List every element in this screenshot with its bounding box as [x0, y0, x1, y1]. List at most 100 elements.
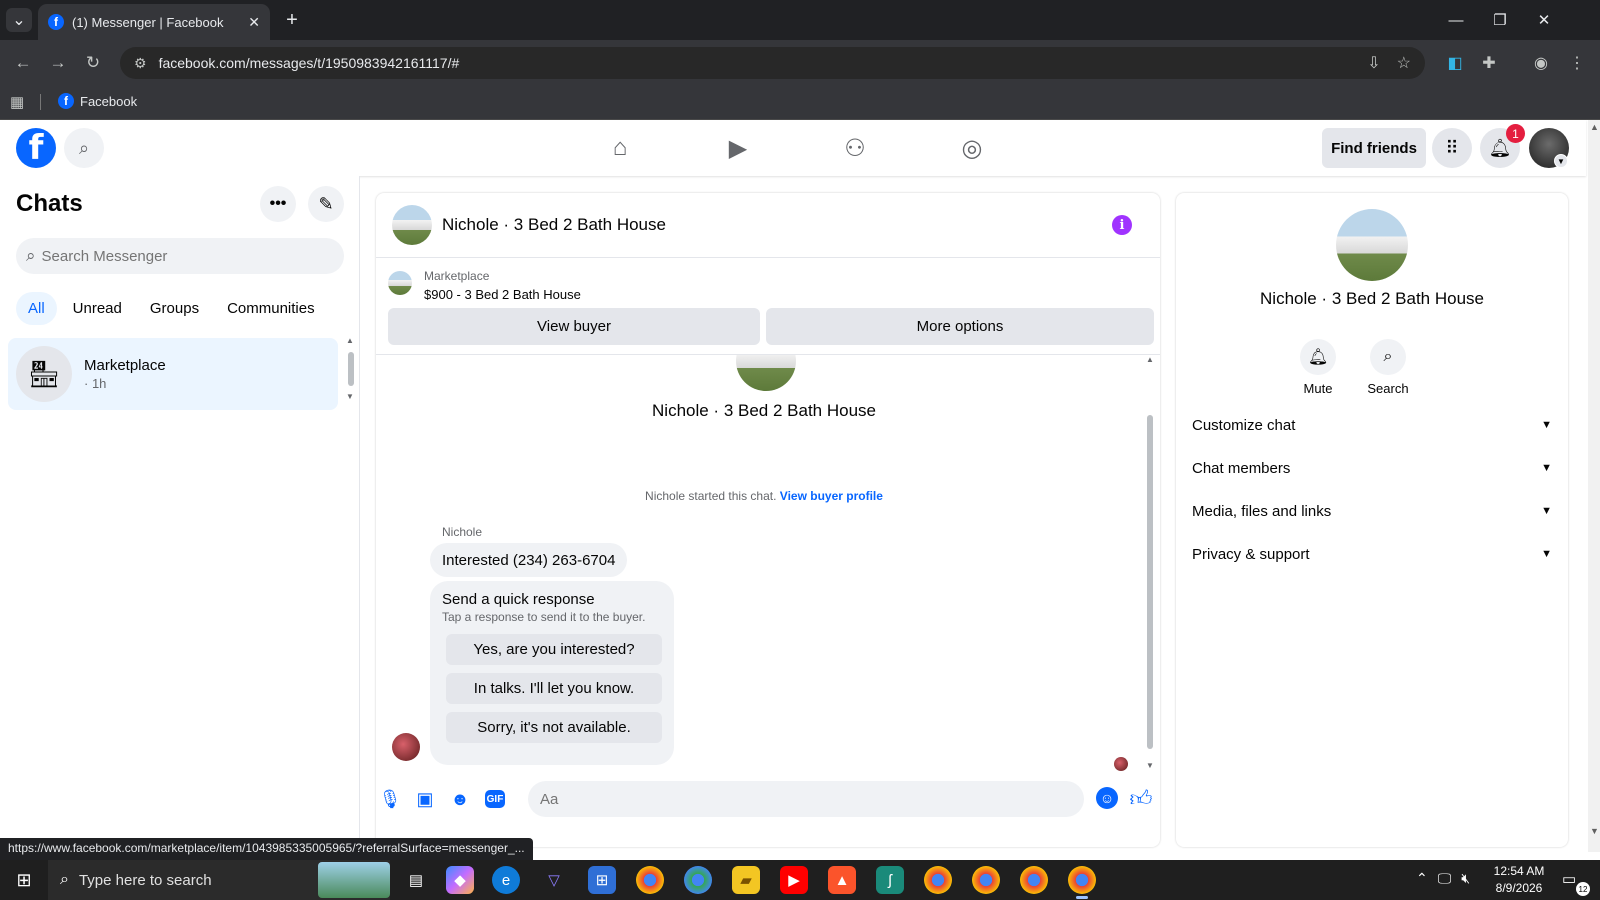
- edge-browser-icon[interactable]: e: [492, 866, 520, 894]
- message-bubble[interactable]: Interested (234) 263-6704: [430, 543, 628, 577]
- photo-icon[interactable]: ▣: [413, 787, 437, 811]
- search-messenger-input[interactable]: [41, 247, 312, 265]
- volume-muted-icon[interactable]: 🔇︎: [1461, 870, 1470, 887]
- filter-groups[interactable]: Groups: [138, 292, 211, 325]
- sidebar-scrollbar[interactable]: ▲ ▼: [344, 336, 356, 406]
- message-input[interactable]: [528, 781, 1084, 817]
- listing-avatar[interactable]: [392, 205, 432, 245]
- menu-grid-icon[interactable]: ⠿: [1432, 128, 1472, 168]
- messenger-search[interactable]: ⌕: [16, 238, 344, 274]
- install-app-icon[interactable]: ⇩: [1367, 53, 1380, 73]
- extension-on-icon[interactable]: ◧: [1444, 52, 1466, 74]
- search-action[interactable]: ⌕ Search: [1358, 339, 1418, 396]
- section-privacy-support[interactable]: Privacy & support ▼: [1192, 534, 1552, 574]
- scroll-down-icon[interactable]: ▼: [344, 392, 356, 401]
- filter-all[interactable]: All: [16, 292, 57, 325]
- tray-chevron-icon[interactable]: ⌃: [1416, 870, 1428, 887]
- network-icon[interactable]: 🖵︎: [1438, 870, 1452, 887]
- chrome-icon[interactable]: [1020, 866, 1048, 894]
- view-buyer-profile-link[interactable]: View buyer profile: [780, 489, 883, 503]
- sender-avatar[interactable]: [392, 733, 420, 761]
- s-app-icon[interactable]: ʃ: [876, 866, 904, 894]
- conversation-title[interactable]: Nichole · 3 Bed 2 Bath House: [442, 215, 666, 235]
- scroll-down-icon[interactable]: ▼: [1144, 761, 1156, 770]
- page-scrollbar[interactable]: ▲ ▼: [1588, 120, 1600, 852]
- quick-response-button[interactable]: Yes, are you interested?: [446, 634, 662, 665]
- section-chat-members[interactable]: Chat members ▼: [1192, 448, 1552, 488]
- url-text[interactable]: facebook.com/messages/t/1950983942161117…: [159, 55, 460, 71]
- scroll-up-icon[interactable]: ▲: [344, 336, 356, 345]
- info-icon[interactable]: i: [1112, 215, 1132, 235]
- taskbar-search-input[interactable]: [78, 871, 279, 889]
- chat-list-item[interactable]: 🏪︎ Marketplace · 1h: [8, 338, 338, 410]
- sticker-icon[interactable]: ☻: [448, 787, 472, 811]
- quick-response-button[interactable]: In talks. I'll let you know.: [446, 673, 662, 704]
- microphone-icon[interactable]: 🎙︎: [378, 787, 402, 811]
- more-options-button[interactable]: More options: [766, 308, 1154, 345]
- chrome-active-icon[interactable]: [1068, 866, 1096, 899]
- minimize-icon[interactable]: —: [1442, 8, 1470, 32]
- listing-price[interactable]: $900 - 3 Bed 2 Bath House: [424, 287, 581, 302]
- profile-avatar[interactable]: [1336, 209, 1408, 281]
- windows-start-icon[interactable]: ⊞: [12, 868, 36, 892]
- facebook-logo-icon[interactable]: f: [16, 128, 56, 168]
- section-customize-chat[interactable]: Customize chat ▼: [1192, 405, 1552, 445]
- microsoft-store-icon[interactable]: ⊞: [588, 866, 616, 894]
- window-close-icon[interactable]: ✕: [1530, 8, 1558, 32]
- search-icon[interactable]: ⌕: [64, 128, 104, 168]
- bookmark-facebook[interactable]: f Facebook: [58, 93, 137, 109]
- search-icon[interactable]: ⌕: [1370, 339, 1406, 375]
- browser-tab[interactable]: f (1) Messenger | Facebook ✕: [38, 4, 270, 40]
- quick-response-button[interactable]: Sorry, it's not available.: [446, 712, 662, 743]
- apps-grid-icon[interactable]: ▦: [10, 93, 24, 111]
- mute-action[interactable]: 🔔︎ Mute: [1288, 339, 1348, 396]
- scroll-down-icon[interactable]: ▼: [1590, 826, 1599, 836]
- emoji-icon[interactable]: ☺: [1096, 787, 1118, 809]
- scroll-up-icon[interactable]: ▲: [1144, 355, 1156, 364]
- file-explorer-icon[interactable]: ▰: [732, 866, 760, 894]
- like-thumb-icon[interactable]: 👍︎: [1128, 785, 1154, 811]
- reload-icon[interactable]: ↻: [80, 50, 106, 76]
- bell-icon[interactable]: 🔔︎: [1300, 339, 1336, 375]
- chrome-profile-icon[interactable]: [684, 866, 712, 894]
- chrome-icon[interactable]: [636, 866, 664, 894]
- site-info-icon[interactable]: ⚙: [134, 55, 147, 72]
- gaming-icon[interactable]: ◎: [950, 130, 994, 166]
- more-options-icon[interactable]: •••: [260, 186, 296, 222]
- tab-search-chevron-icon[interactable]: ⌄: [6, 8, 32, 32]
- back-icon[interactable]: ←: [10, 50, 36, 76]
- tab-close-icon[interactable]: ✕: [248, 14, 260, 31]
- new-message-icon[interactable]: ✎: [308, 186, 344, 222]
- friends-icon[interactable]: ⚇: [833, 130, 877, 166]
- new-tab-icon[interactable]: +: [280, 8, 304, 32]
- video-icon[interactable]: ▶: [716, 130, 760, 166]
- gif-icon[interactable]: GIF: [485, 790, 505, 808]
- filter-unread[interactable]: Unread: [61, 292, 134, 325]
- filter-communities[interactable]: Communities: [215, 292, 327, 325]
- extensions-puzzle-icon[interactable]: ✚: [1478, 52, 1500, 74]
- restore-icon[interactable]: ❐: [1486, 8, 1514, 32]
- forward-icon[interactable]: →: [45, 50, 71, 76]
- chrome-icon[interactable]: [924, 866, 952, 894]
- find-friends-button[interactable]: Find friends: [1322, 128, 1426, 168]
- view-buyer-button[interactable]: View buyer: [388, 308, 760, 345]
- youtube-icon[interactable]: ▶: [780, 866, 808, 894]
- profile-icon[interactable]: ◉: [1530, 52, 1552, 74]
- notification-center-icon[interactable]: ▭: [1562, 870, 1576, 888]
- chrome-icon[interactable]: [972, 866, 1000, 894]
- thread-scrollbar[interactable]: ▲ ▼: [1144, 355, 1156, 775]
- scroll-up-icon[interactable]: ▲: [1590, 122, 1599, 132]
- copilot-icon[interactable]: ◆: [446, 866, 474, 894]
- home-icon[interactable]: ⌂: [598, 130, 642, 166]
- scroll-thumb[interactable]: [348, 352, 354, 386]
- scroll-thumb[interactable]: [1147, 415, 1153, 749]
- task-view-icon[interactable]: ▤: [402, 866, 430, 894]
- address-bar[interactable]: ⚙ facebook.com/messages/t/19509839421611…: [120, 47, 1425, 79]
- taskbar-clock[interactable]: 12:54 AM 8/9/2026: [1484, 863, 1554, 897]
- search-highlight-image[interactable]: [318, 862, 390, 898]
- bookmark-star-icon[interactable]: ☆: [1397, 53, 1411, 73]
- browser-menu-icon[interactable]: ⋮: [1566, 52, 1588, 74]
- section-media-files-links[interactable]: Media, files and links ▼: [1192, 491, 1552, 531]
- account-chevron-icon[interactable]: ▼: [1554, 154, 1568, 168]
- brave-browser-icon[interactable]: ▲: [828, 866, 856, 894]
